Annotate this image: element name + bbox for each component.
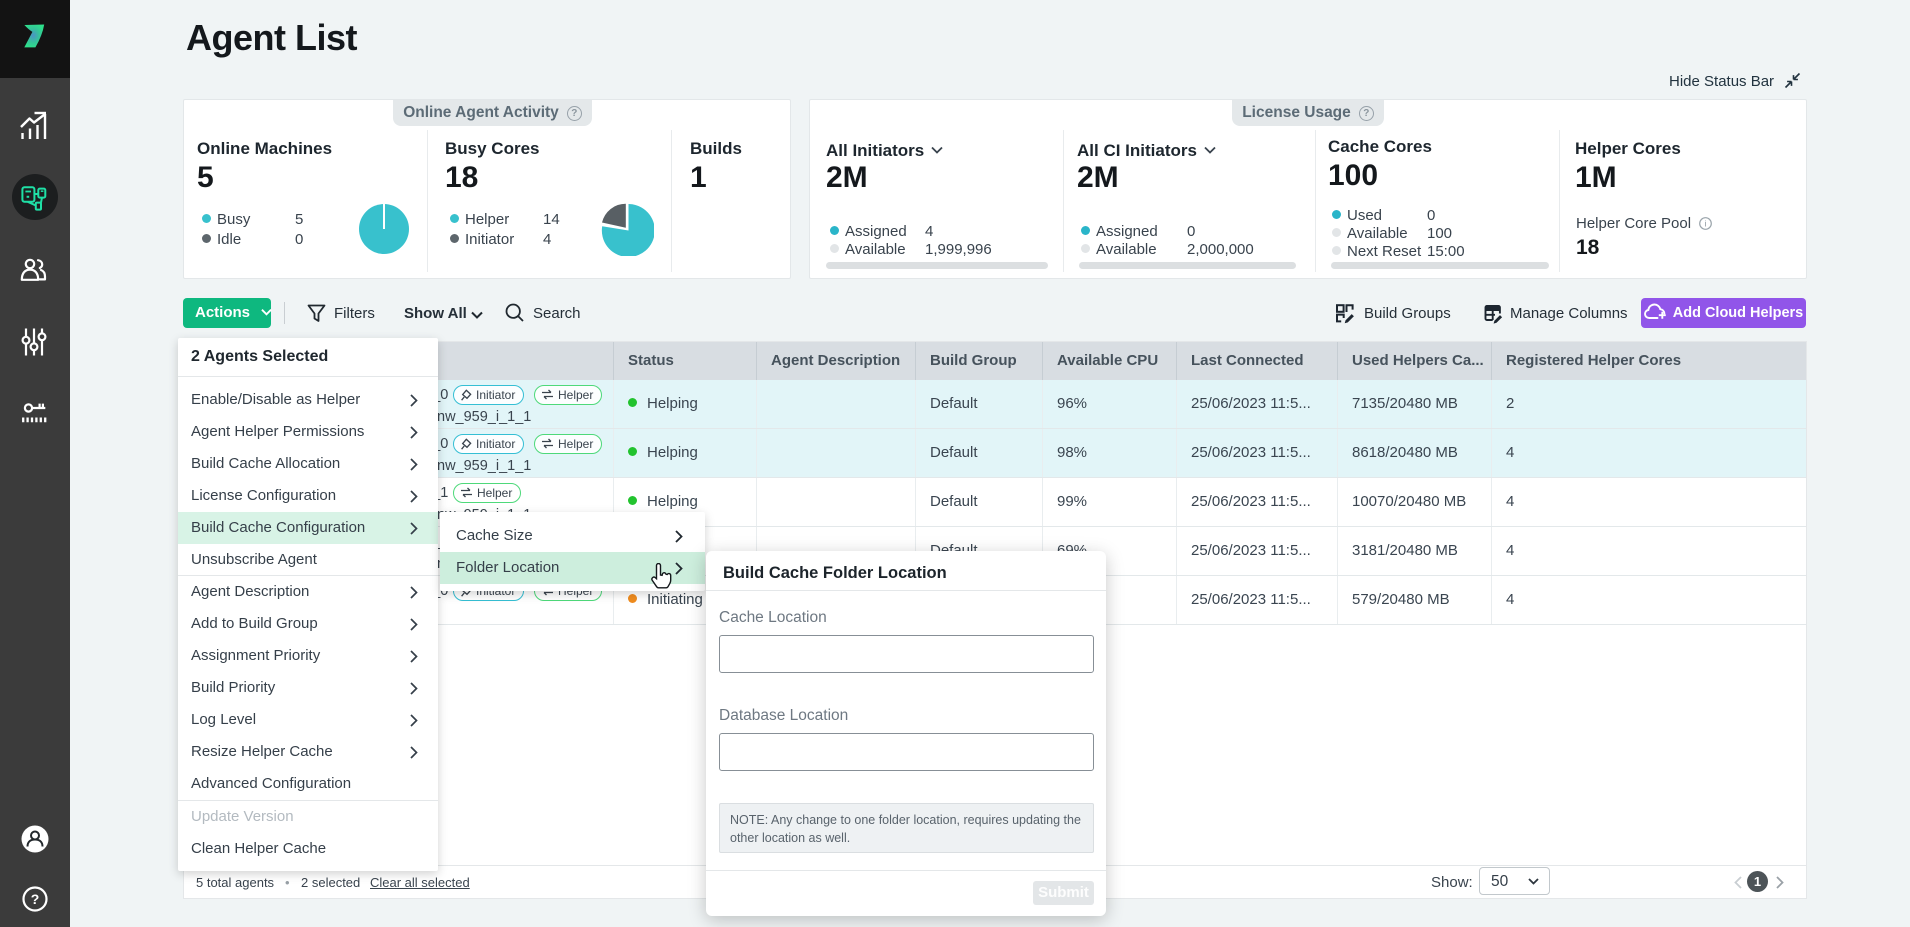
svg-text:?: ? bbox=[31, 891, 40, 907]
svg-text:i: i bbox=[1705, 219, 1707, 229]
